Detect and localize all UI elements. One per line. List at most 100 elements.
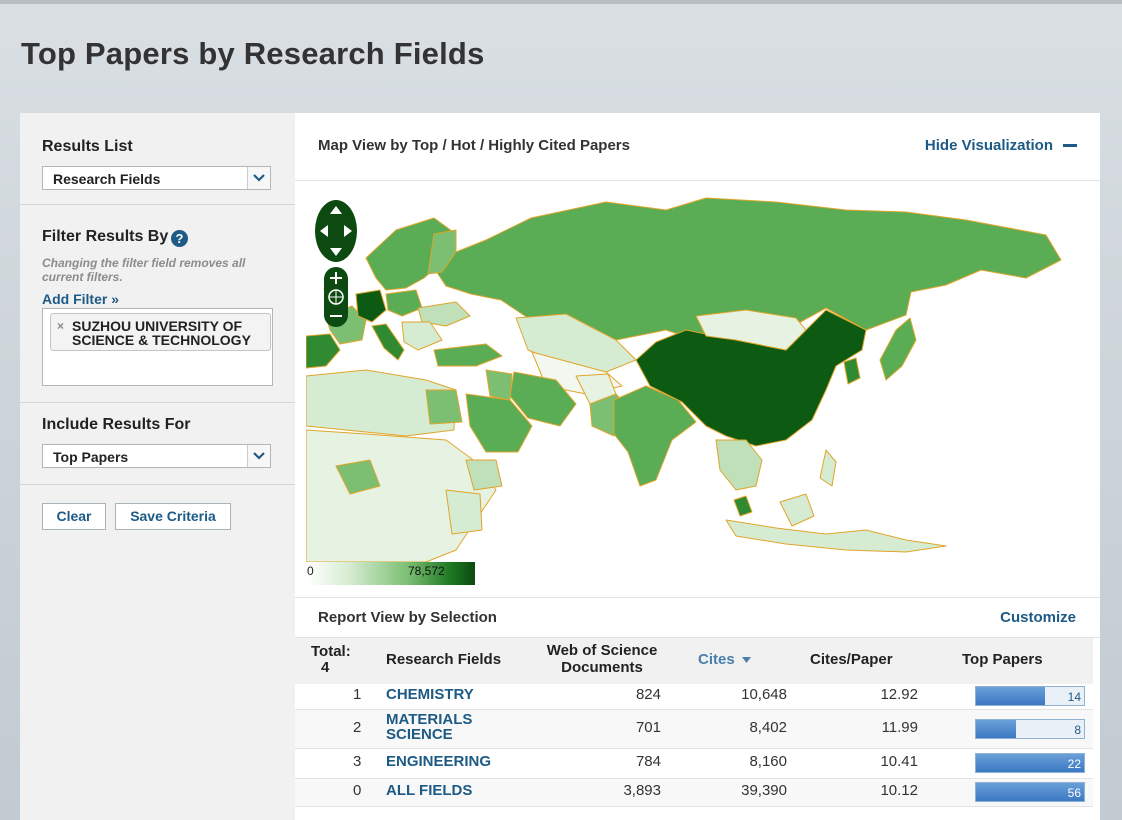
region-italy	[371, 323, 405, 361]
chevron-down-icon[interactable]	[247, 445, 270, 467]
top-papers-value: 56	[1067, 786, 1081, 800]
row-rank: 2	[353, 719, 362, 736]
column-top-papers[interactable]: Top Papers	[962, 651, 1043, 668]
report-title: Report View by Selection	[318, 609, 497, 626]
table-row: 2 MATERIALS SCIENCE 701 8,402 11.99 8	[295, 710, 1093, 749]
question-icon[interactable]: ?	[171, 230, 188, 247]
region-korea	[843, 357, 861, 385]
filter-box[interactable]: × SUZHOU UNIVERSITY OF SCIENCE & TECHNOL…	[42, 308, 273, 386]
top-papers-bar-fill	[976, 687, 1046, 705]
hide-visualization-link[interactable]: Hide Visualization	[925, 137, 1077, 154]
row-field-link[interactable]: ALL FIELDS	[386, 783, 472, 798]
table-row: 1 CHEMISTRY 824 10,648 12.92 14	[295, 684, 1093, 710]
region-philippines	[819, 449, 837, 487]
legend-max-value: 78,572	[408, 564, 445, 578]
top-papers-bar[interactable]: 8	[975, 719, 1085, 739]
main-panel: Map View by Top / Hot / Highly Cited Pap…	[295, 113, 1100, 820]
total-value: 4	[321, 659, 330, 676]
chevron-down-icon[interactable]	[247, 167, 270, 189]
top-papers-bar-fill	[976, 720, 1016, 738]
top-papers-value: 22	[1067, 757, 1081, 771]
region-spain	[306, 333, 341, 369]
region-malaysia	[733, 495, 753, 517]
top-papers-value: 8	[1074, 723, 1081, 737]
divider	[20, 484, 295, 485]
top-papers-bar[interactable]: 22	[975, 753, 1085, 773]
row-cites-per-paper: 11.99	[881, 719, 918, 736]
column-wos-documents[interactable]: Web of Science Documents	[537, 642, 667, 676]
top-papers-value: 14	[1067, 690, 1081, 704]
include-value: Top Papers	[53, 449, 129, 465]
map-pan-control[interactable]	[314, 200, 358, 267]
row-cites: 8,402	[749, 719, 787, 736]
map-svg	[306, 197, 1062, 562]
left-panel: Results List Research Fields Filter Resu…	[20, 113, 296, 820]
region-germany	[355, 289, 387, 323]
row-docs: 784	[635, 753, 661, 770]
sort-down-icon	[741, 657, 751, 664]
column-cites[interactable]: Cites	[698, 651, 751, 668]
include-label: Include Results For	[42, 416, 191, 433]
row-rank: 1	[353, 686, 362, 703]
row-docs: 3,893	[623, 782, 661, 799]
region-borneo	[779, 493, 815, 527]
map-zoom-control[interactable]	[324, 267, 348, 332]
row-cites: 10,648	[741, 686, 787, 703]
results-list-value: Research Fields	[53, 171, 161, 187]
customize-link[interactable]: Customize	[1000, 609, 1076, 626]
row-rank: 0	[353, 782, 362, 799]
top-papers-bar[interactable]: 14	[975, 686, 1085, 706]
save-criteria-button[interactable]: Save Criteria	[115, 503, 231, 530]
filter-chip: × SUZHOU UNIVERSITY OF SCIENCE & TECHNOL…	[50, 313, 271, 351]
divider	[20, 204, 295, 205]
region-turkey	[433, 343, 503, 367]
page-title: Top Papers by Research Fields	[21, 36, 485, 71]
row-cites-per-paper: 10.41	[880, 753, 918, 770]
map-legend-bar	[307, 562, 475, 585]
filter-hint: Changing the filter field removes all cu…	[42, 256, 246, 284]
legend-min-value: 0	[307, 564, 314, 578]
region-mainland-sea	[715, 439, 763, 491]
top-papers-bar[interactable]: 56	[975, 782, 1085, 802]
choropleth-map[interactable]	[306, 190, 1066, 562]
results-list-label: Results List	[42, 138, 133, 155]
filter-chip-label: SUZHOU UNIVERSITY OF SCIENCE & TECHNOLOG…	[72, 318, 251, 348]
filter-label: Filter Results By	[42, 228, 169, 245]
clear-button[interactable]: Clear	[42, 503, 106, 530]
region-indonesia	[725, 519, 947, 553]
row-cites: 39,390	[741, 782, 787, 799]
add-filter-link[interactable]: Add Filter »	[42, 291, 119, 307]
include-select[interactable]: Top Papers	[42, 444, 271, 468]
row-cites: 8,160	[749, 753, 787, 770]
row-docs: 824	[635, 686, 661, 703]
remove-filter-icon[interactable]: ×	[57, 319, 64, 333]
divider	[20, 402, 295, 403]
hide-visualization-label: Hide Visualization	[924, 137, 1053, 154]
results-list-select[interactable]: Research Fields	[42, 166, 271, 190]
table-header: Total: 4 Research Fields Web of Science …	[295, 638, 1093, 684]
table-row: 0 ALL FIELDS 3,893 39,390 10.12 56	[295, 779, 1093, 807]
region-egypt	[425, 389, 463, 425]
row-rank: 3	[353, 753, 362, 770]
row-field-link[interactable]: CHEMISTRY	[386, 687, 474, 702]
column-research-fields[interactable]: Research Fields	[386, 651, 501, 668]
region-balkans	[401, 321, 443, 351]
region-east-africa	[445, 489, 483, 535]
divider	[295, 180, 1100, 181]
column-cites-per-paper[interactable]: Cites/Paper	[810, 651, 893, 668]
top-border	[0, 0, 1122, 4]
column-cites-label: Cites	[698, 651, 735, 668]
row-cites-per-paper: 10.12	[880, 782, 918, 799]
total-label: Total:	[311, 643, 351, 660]
row-docs: 701	[635, 719, 661, 736]
minus-icon	[1063, 143, 1077, 147]
map-title: Map View by Top / Hot / Highly Cited Pap…	[318, 137, 630, 154]
region-poland	[385, 289, 423, 317]
row-field-link[interactable]: ENGINEERING	[386, 754, 491, 769]
region-japan	[879, 317, 917, 381]
row-cites-per-paper: 12.92	[880, 686, 918, 703]
region-iraq	[485, 369, 513, 401]
table-row: 3 ENGINEERING 784 8,160 10.41 22	[295, 749, 1093, 779]
divider	[295, 597, 1100, 598]
row-field-link[interactable]: MATERIALS SCIENCE	[386, 712, 496, 742]
